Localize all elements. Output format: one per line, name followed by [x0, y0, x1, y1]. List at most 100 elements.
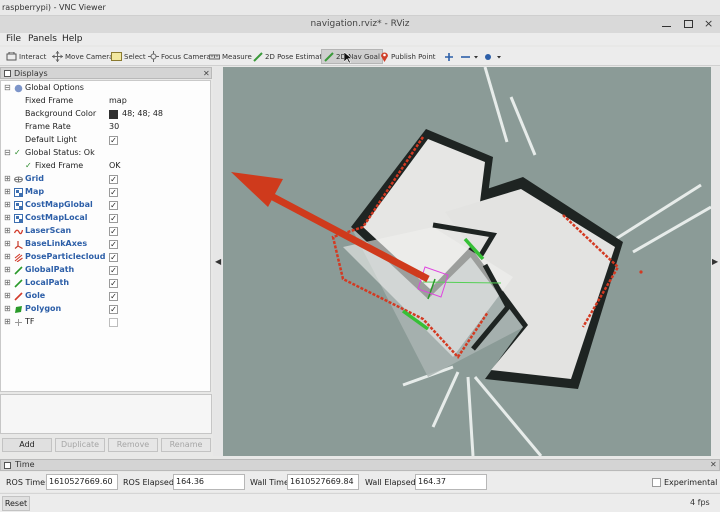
minus-dropdown-icon — [461, 55, 478, 58]
expand-icon[interactable]: ⊞ — [4, 278, 11, 287]
display-item-checkbox[interactable]: ✓ — [109, 253, 118, 262]
display-item-checkbox[interactable]: ✓ — [109, 240, 118, 249]
expand-icon[interactable]: ⊞ — [4, 239, 11, 248]
collapse-icon[interactable]: ⊟ — [4, 148, 11, 157]
ros-time-field[interactable]: 1610527669.60 — [46, 474, 118, 490]
move-camera-label: Move Camera — [65, 52, 114, 61]
background-color-row[interactable]: Background Color 48; 48; 48 — [1, 108, 210, 121]
default-light-checkbox[interactable]: ✓ — [109, 136, 118, 145]
rename-button[interactable]: Rename — [161, 438, 211, 452]
add-tool-button[interactable] — [442, 49, 458, 64]
measure-tool[interactable]: Measure — [207, 49, 254, 64]
panel-close-icon[interactable]: ✕ — [710, 460, 717, 469]
display-item-checkbox[interactable]: ✓ — [109, 266, 118, 275]
remove-button[interactable]: Remove — [108, 438, 158, 452]
display-item-localpath[interactable]: ⊞ LocalPath ✓ — [1, 277, 210, 290]
move-camera-tool[interactable]: Move Camera — [50, 49, 115, 64]
collapse-icon[interactable]: ⊟ — [4, 83, 11, 92]
select-tool[interactable]: Select — [109, 49, 148, 64]
display-item-label: CostMapLocal — [25, 213, 88, 222]
pose-estimate-tool[interactable]: 2D Pose Estimate — [251, 49, 328, 64]
move-camera-icon — [52, 51, 63, 62]
display-item-checkbox[interactable]: ✓ — [109, 305, 118, 314]
expand-icon[interactable]: ⊞ — [4, 291, 11, 300]
global-options-row[interactable]: ⊟ Global Options — [1, 82, 210, 95]
fixed-frame-row[interactable]: Fixed Frame map — [1, 95, 210, 108]
display-item-label: TF — [25, 317, 35, 326]
interact-tool[interactable]: Interact — [4, 49, 48, 64]
menu-help[interactable]: Help — [62, 33, 83, 45]
display-item-checkbox[interactable]: ✓ — [109, 201, 118, 210]
display-item-checkbox[interactable]: ✓ — [109, 188, 118, 197]
ros-elapsed-field[interactable]: 164.36 — [173, 474, 245, 490]
wall-time-field[interactable]: 1610527669.84 — [287, 474, 359, 490]
experimental-checkbox[interactable] — [652, 478, 661, 487]
minimize-button[interactable] — [660, 18, 674, 30]
display-item-costmapglobal[interactable]: ⊞ CostMapGlobal ✓ — [1, 199, 210, 212]
default-light-row[interactable]: Default Light ✓ — [1, 134, 210, 147]
wall-elapsed-field[interactable]: 164.37 — [415, 474, 487, 490]
maximize-button[interactable] — [682, 18, 696, 30]
close-button[interactable]: × — [702, 17, 716, 30]
panel-float-icon[interactable] — [4, 462, 11, 469]
display-item-checkbox[interactable]: ✓ — [109, 214, 118, 223]
window-title: navigation.rviz* - RViz — [310, 19, 410, 29]
display-item-polygon[interactable]: ⊞ Polygon ✓ — [1, 303, 210, 316]
background-color-swatch[interactable] — [109, 110, 118, 119]
display-item-gole[interactable]: ⊞ Gole ✓ — [1, 290, 210, 303]
display-item-checkbox[interactable]: ✓ — [109, 279, 118, 288]
status-fixed-frame-value: OK — [109, 161, 121, 170]
display-item-checkbox[interactable] — [109, 318, 118, 327]
tool-properties-button[interactable] — [481, 49, 507, 64]
frame-rate-row[interactable]: Frame Rate 30 — [1, 121, 210, 134]
minimize-icon — [662, 26, 671, 27]
expand-icon[interactable]: ⊞ — [4, 200, 11, 209]
expand-icon[interactable]: ⊞ — [4, 304, 11, 313]
display-item-label: PoseParticlecloud — [25, 252, 106, 261]
expand-icon[interactable]: ⊞ — [4, 265, 11, 274]
fixed-frame-value[interactable]: map — [109, 96, 127, 105]
left-dock-collapse-handle[interactable]: ◀ — [213, 67, 223, 456]
publish-point-tool[interactable]: Publish Point — [378, 49, 438, 64]
status-ok-icon: ✓ — [14, 148, 21, 157]
display-item-laserscan[interactable]: ⊞ LaserScan ✓ — [1, 225, 210, 238]
menu-panels[interactable]: Panels — [28, 33, 57, 45]
expand-icon[interactable]: ⊞ — [4, 213, 11, 222]
display-item-costmaplocal[interactable]: ⊞ CostMapLocal ✓ — [1, 212, 210, 225]
display-item-checkbox[interactable]: ✓ — [109, 292, 118, 301]
menu-file[interactable]: File — [6, 33, 21, 45]
frame-rate-value[interactable]: 30 — [109, 122, 119, 131]
pose-estimate-icon — [253, 51, 263, 62]
display-item-poseparticlecloud[interactable]: ⊞ PoseParticlecloud ✓ — [1, 251, 210, 264]
display-item-grid[interactable]: ⊞ Grid ✓ — [1, 173, 210, 186]
background-color-value[interactable]: 48; 48; 48 — [122, 109, 163, 118]
right-dock-collapse-handle[interactable]: ▶ — [711, 67, 720, 456]
status-fixed-frame-row[interactable]: ✓ Fixed Frame OK — [1, 160, 210, 173]
focus-camera-tool[interactable]: Focus Camera — [146, 49, 213, 64]
add-button[interactable]: Add — [2, 438, 52, 452]
nav-goal-label: 2D Nav Goal — [336, 52, 380, 61]
display-item-baselinkaxes[interactable]: ⊞ BaseLinkAxes ✓ — [1, 238, 210, 251]
display-item-map[interactable]: ⊞ Map ✓ — [1, 186, 210, 199]
expand-icon[interactable]: ⊞ — [4, 187, 11, 196]
expand-right-icon: ▶ — [712, 257, 719, 266]
panel-float-icon[interactable] — [4, 70, 11, 77]
expand-icon[interactable]: ⊞ — [4, 226, 11, 235]
duplicate-button[interactable]: Duplicate — [55, 438, 105, 452]
maximize-icon — [684, 20, 693, 28]
expand-icon[interactable]: ⊞ — [4, 317, 11, 326]
render-view[interactable] — [223, 67, 711, 456]
display-item-tf[interactable]: ⊞ TF — [1, 316, 210, 329]
status-ok-icon: ✓ — [25, 161, 32, 170]
panel-close-icon[interactable]: ✕ — [203, 69, 210, 78]
global-status-row[interactable]: ⊟ ✓ Global Status: Ok — [1, 147, 210, 160]
display-item-checkbox[interactable]: ✓ — [109, 175, 118, 184]
pose-array-icon — [14, 253, 23, 262]
expand-icon[interactable]: ⊞ — [4, 174, 11, 183]
display-item-globalpath[interactable]: ⊞ GlobalPath ✓ — [1, 264, 210, 277]
reset-button[interactable]: Reset — [2, 496, 30, 511]
expand-icon[interactable]: ⊞ — [4, 252, 11, 261]
tf-icon — [15, 319, 22, 326]
time-panel-header: Time ✕ — [0, 459, 720, 471]
display-item-checkbox[interactable]: ✓ — [109, 227, 118, 236]
